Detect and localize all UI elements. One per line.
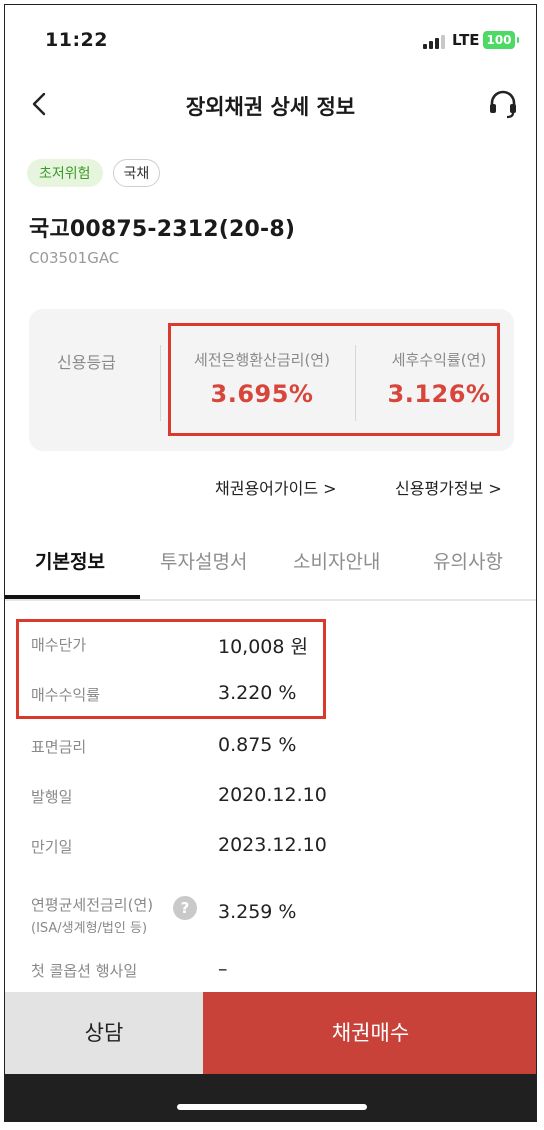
tab-basic-info[interactable]: 기본정보 (35, 547, 105, 574)
consult-button[interactable]: 상담 (5, 992, 203, 1074)
app-screen: 11:22 LTE 100 장외채권 상세 정보 초저위험 국채 국고00875… (4, 4, 537, 1122)
status-bar: 11:22 LTE 100 (5, 5, 536, 77)
bond-name: 국고00875-2312(20-8) (29, 217, 296, 242)
detail-sublabel: (ISA/생계형/법인 등) (31, 921, 148, 936)
risk-badge: 초저위험 (27, 159, 103, 187)
credit-rating-label: 신용등급 (57, 353, 116, 372)
detail-label: 만기일 (31, 838, 73, 856)
battery-icon: 100 (483, 31, 519, 49)
detail-value: 2023.12.10 (218, 834, 327, 856)
tab-prospectus[interactable]: 투자설명서 (160, 547, 247, 574)
tab-consumer-guide[interactable]: 소비자안내 (293, 547, 380, 574)
detail-row: 만기일 2023.12.10 (31, 834, 511, 874)
credit-info-link[interactable]: 신용평가정보 > (395, 475, 502, 499)
tag-list: 초저위험 국채 (27, 159, 161, 187)
detail-value: – (218, 958, 228, 980)
header: 장외채권 상세 정보 (5, 77, 536, 135)
bond-glossary-link[interactable]: 채권용어가이드 > (215, 475, 337, 499)
home-indicator-area (5, 1074, 536, 1121)
tab-bar: 기본정보 투자설명서 소비자안내 유의사항 (5, 541, 536, 601)
detail-row: 표면금리 0.875 % (31, 734, 511, 774)
headset-icon[interactable] (486, 87, 520, 121)
detail-value: 2020.12.10 (218, 784, 327, 806)
detail-label: 발행일 (31, 788, 73, 806)
detail-row: 연평균세전금리(연) (ISA/생계형/법인 등) ? 3.259 % (31, 892, 511, 942)
detail-label-main: 연평균세전금리(연) (31, 896, 154, 914)
clock: 11:22 (45, 29, 108, 51)
detail-label: 표면금리 (31, 738, 87, 756)
detail-value: 3.259 % (218, 901, 297, 923)
buy-bond-button[interactable]: 채권매수 (203, 992, 536, 1074)
help-icon[interactable]: ? (173, 896, 197, 920)
page-title: 장외채권 상세 정보 (185, 95, 356, 119)
highlight-box (168, 323, 500, 436)
detail-row: 발행일 2020.12.10 (31, 784, 511, 824)
detail-label: 연평균세전금리(연) (ISA/생계형/법인 등) (31, 894, 153, 936)
active-tab-indicator (5, 595, 140, 599)
signal-icon (423, 35, 445, 49)
network-label: LTE (452, 31, 480, 49)
detail-label: 첫 콜옵션 행사일 (31, 962, 138, 980)
home-indicator[interactable] (177, 1104, 367, 1110)
detail-value: 0.875 % (218, 734, 297, 756)
divider (160, 345, 161, 421)
type-badge: 국채 (112, 159, 161, 187)
tab-notice[interactable]: 유의사항 (433, 547, 503, 574)
bond-code: C03501GAC (29, 249, 120, 267)
highlight-box (16, 619, 326, 719)
